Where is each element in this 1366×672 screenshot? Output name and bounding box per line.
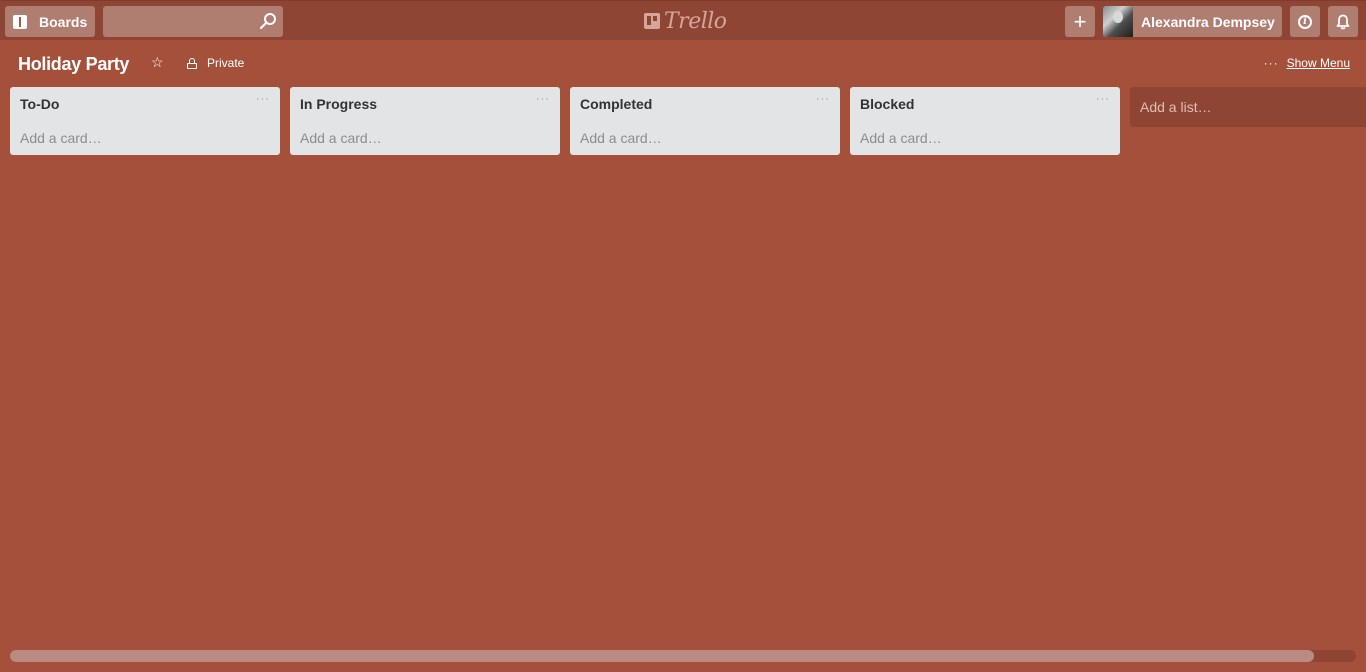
search-box[interactable]: [103, 6, 283, 37]
lock-icon: [187, 57, 197, 69]
visibility-button[interactable]: Private: [187, 56, 244, 70]
list-title[interactable]: To-Do: [20, 96, 59, 112]
boards-icon: [13, 14, 27, 29]
horizontal-scrollbar[interactable]: [10, 650, 1356, 662]
list-to-do: To-Do ··· Add a card…: [10, 87, 280, 155]
add-card-button[interactable]: Add a card…: [860, 130, 942, 146]
add-list-button[interactable]: Add a list…: [1130, 87, 1366, 127]
list-blocked: Blocked ··· Add a card…: [850, 87, 1120, 155]
top-header: Boards Trello + Alexandra Dempsey i: [0, 0, 1366, 40]
list-menu-icon[interactable]: ···: [256, 93, 270, 105]
info-icon: i: [1298, 14, 1312, 29]
list-title[interactable]: Blocked: [860, 96, 914, 112]
add-card-button[interactable]: Add a card…: [20, 130, 102, 146]
list-title[interactable]: In Progress: [300, 96, 377, 112]
list-title[interactable]: Completed: [580, 96, 652, 112]
scrollbar-thumb[interactable]: [10, 650, 1314, 662]
boards-label: Boards: [39, 13, 88, 30]
list-completed: Completed ··· Add a card…: [570, 87, 840, 155]
boards-button[interactable]: Boards: [5, 6, 95, 37]
list-menu-icon[interactable]: ···: [816, 93, 830, 105]
visibility-label: Private: [207, 56, 245, 70]
board-header: Holiday Party ☆ Private ··· Show Menu: [0, 40, 1366, 86]
member-menu-button[interactable]: Alexandra Dempsey: [1103, 6, 1282, 37]
add-card-button[interactable]: Add a card…: [300, 130, 382, 146]
trello-logo[interactable]: Trello: [644, 8, 727, 34]
info-button[interactable]: i: [1290, 6, 1320, 37]
logo-text: Trello: [664, 8, 727, 34]
list-menu-icon[interactable]: ···: [536, 93, 550, 105]
add-card-button[interactable]: Add a card…: [580, 130, 662, 146]
avatar: [1103, 6, 1133, 37]
board-title[interactable]: Holiday Party: [18, 54, 129, 75]
star-icon[interactable]: ☆: [151, 54, 164, 71]
list-in-progress: In Progress ··· Add a card…: [290, 87, 560, 155]
member-name: Alexandra Dempsey: [1141, 13, 1275, 30]
bell-icon: [1336, 14, 1350, 29]
search-input[interactable]: [103, 6, 253, 37]
add-list-label: Add a list…: [1140, 99, 1212, 115]
plus-icon: +: [1073, 8, 1087, 34]
show-menu-link[interactable]: Show Menu: [1287, 56, 1350, 70]
trello-logo-icon: [644, 13, 660, 29]
list-menu-icon[interactable]: ···: [1096, 93, 1110, 105]
more-icon: ···: [1263, 56, 1279, 70]
notifications-button[interactable]: [1328, 6, 1358, 37]
add-button[interactable]: +: [1065, 6, 1095, 37]
search-icon[interactable]: [259, 12, 277, 30]
show-menu-button[interactable]: ··· Show Menu: [1264, 56, 1350, 70]
